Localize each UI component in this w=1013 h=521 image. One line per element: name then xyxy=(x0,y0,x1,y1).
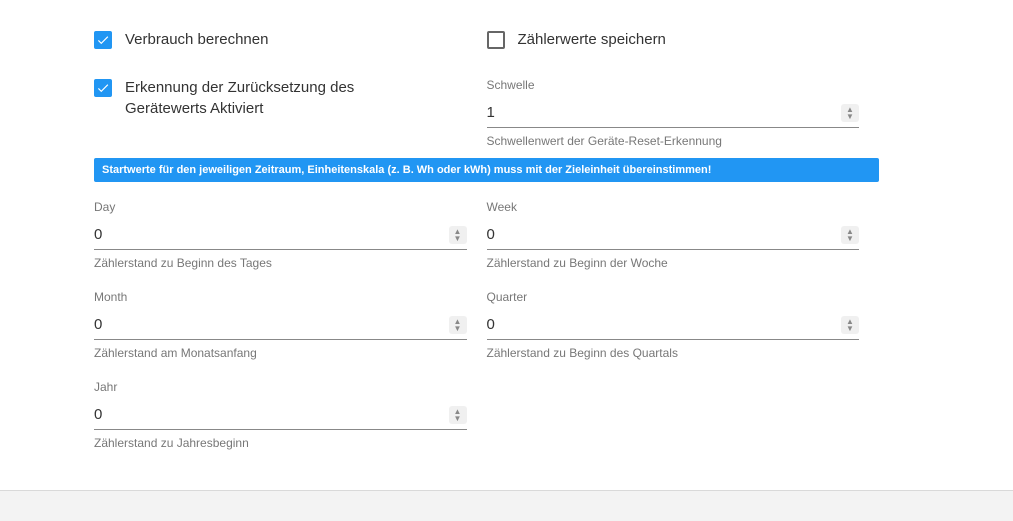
day-help: Zählerstand zu Beginn des Tages xyxy=(94,256,467,270)
save-counter-checkbox[interactable] xyxy=(487,31,505,49)
spinner-icon[interactable]: ▲▼ xyxy=(841,104,859,122)
year-label: Jahr xyxy=(94,380,467,394)
year-help: Zählerstand zu Jahresbeginn xyxy=(94,436,467,450)
info-banner: Startwerte für den jeweiligen Zeitraum, … xyxy=(94,158,879,182)
month-input[interactable]: 0 ▲▼ xyxy=(94,310,467,340)
threshold-label: Schwelle xyxy=(487,78,860,92)
calc-consumption-checkbox[interactable] xyxy=(94,31,112,49)
check-icon xyxy=(96,33,110,47)
spinner-icon[interactable]: ▲▼ xyxy=(449,406,467,424)
threshold-value: 1 xyxy=(487,104,842,121)
week-help: Zählerstand zu Beginn der Woche xyxy=(487,256,860,270)
week-input[interactable]: 0 ▲▼ xyxy=(487,220,860,250)
week-label: Week xyxy=(487,200,860,214)
check-icon xyxy=(96,81,110,95)
day-label: Day xyxy=(94,200,467,214)
month-label: Month xyxy=(94,290,467,304)
week-value: 0 xyxy=(487,226,842,243)
reset-detect-checkbox[interactable] xyxy=(94,79,112,97)
spinner-icon[interactable]: ▲▼ xyxy=(841,316,859,334)
calc-consumption-label: Verbrauch berechnen xyxy=(125,30,268,50)
save-counter-label: Zählerwerte speichern xyxy=(518,30,666,50)
threshold-help: Schwellenwert der Geräte-Reset-Erkennung xyxy=(487,134,860,148)
month-value: 0 xyxy=(94,316,449,333)
spinner-icon[interactable]: ▲▼ xyxy=(449,316,467,334)
day-value: 0 xyxy=(94,226,449,243)
threshold-input[interactable]: 1 ▲▼ xyxy=(487,98,860,128)
year-value: 0 xyxy=(94,406,449,423)
quarter-input[interactable]: 0 ▲▼ xyxy=(487,310,860,340)
reset-detect-label: Erkennung der Zurücksetzung des Gerätewe… xyxy=(125,78,395,119)
quarter-value: 0 xyxy=(487,316,842,333)
quarter-help: Zählerstand zu Beginn des Quartals xyxy=(487,346,860,360)
spinner-icon[interactable]: ▲▼ xyxy=(841,226,859,244)
day-input[interactable]: 0 ▲▼ xyxy=(94,220,467,250)
month-help: Zählerstand am Monatsanfang xyxy=(94,346,467,360)
quarter-label: Quarter xyxy=(487,290,860,304)
spinner-icon[interactable]: ▲▼ xyxy=(449,226,467,244)
year-input[interactable]: 0 ▲▼ xyxy=(94,400,467,430)
